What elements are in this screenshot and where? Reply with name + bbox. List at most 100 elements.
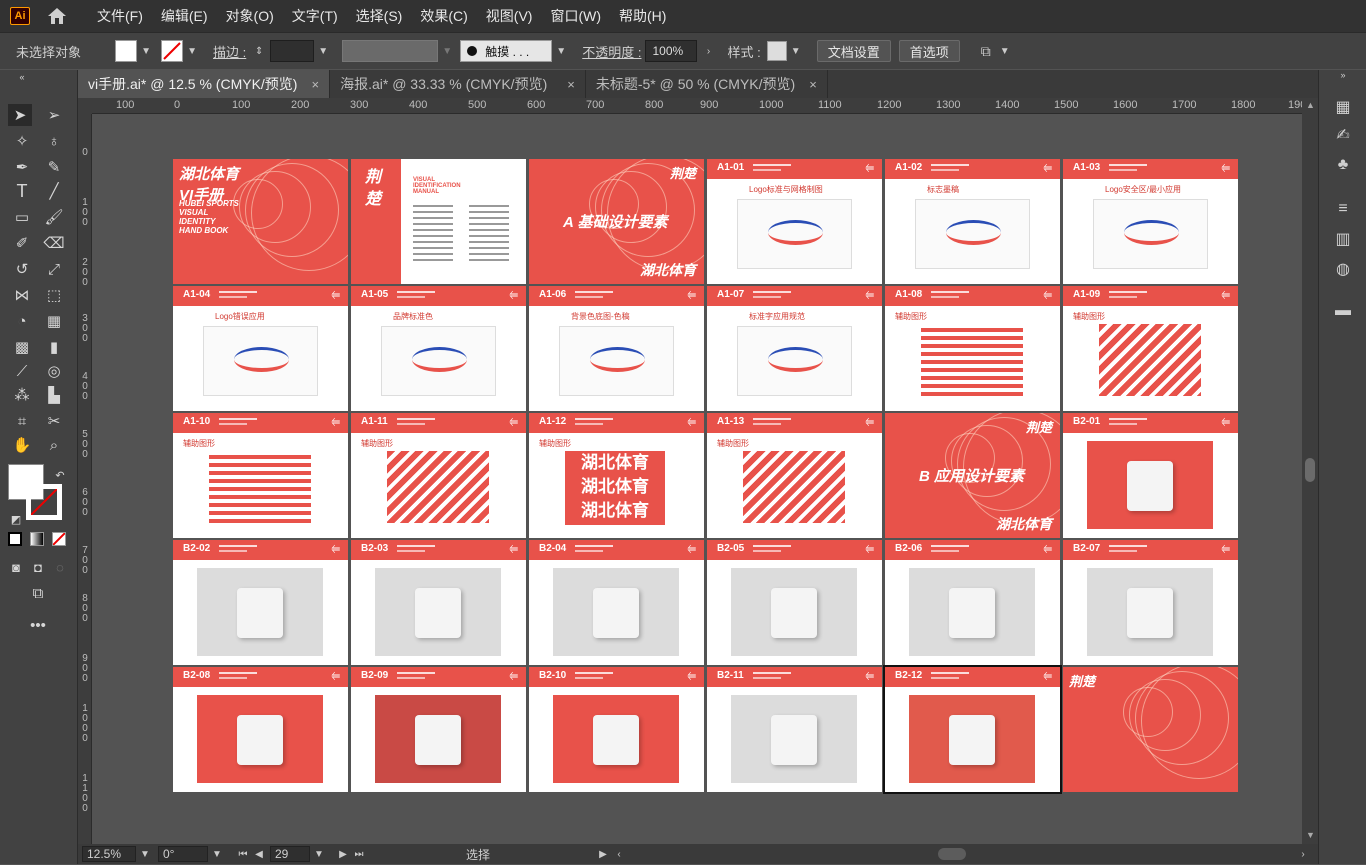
opacity-input[interactable]: 100% [645,40,698,62]
artboard[interactable]: B2-09 ⥢ [351,667,526,792]
direct-selection-tool-icon[interactable]: ➢ [42,104,66,126]
color-mode-icon[interactable] [8,532,22,546]
menu-file[interactable]: 文件(F) [88,0,152,32]
close-icon[interactable]: × [567,77,575,92]
slice-tool-icon[interactable]: ✂ [42,410,66,432]
stroke-weight-input[interactable] [270,40,315,62]
status-menu-icon[interactable]: ▶ [596,843,610,865]
rotate-tool-icon[interactable]: ↺ [10,258,34,280]
stroke-dropdown-icon[interactable]: ▼ [185,40,199,62]
rotate-dropdown-icon[interactable]: ▼ [210,843,224,865]
symbols-icon[interactable]: ♣ [1331,154,1355,176]
menu-help[interactable]: 帮助(H) [610,0,675,32]
perspective-grid-tool-icon[interactable]: ▦ [42,310,66,332]
close-icon[interactable]: × [809,77,817,92]
style-dropdown-icon[interactable]: ▼ [789,40,803,62]
stroke-panel-icon[interactable]: ≡ [1331,198,1355,220]
artboard[interactable]: B2-03 ⥢ [351,540,526,665]
stroke-color-box[interactable] [26,484,62,520]
artboard[interactable]: B2-02 ⥢ [173,540,348,665]
artboard[interactable]: A1-11 ⥢ 辅助图形 [351,413,526,538]
stroke-swatch[interactable] [161,40,184,62]
vertical-scrollbar[interactable]: ▲ ▼ [1302,98,1318,844]
arrange-dropdown-icon[interactable]: ▼ [998,40,1012,62]
magic-wand-tool-icon[interactable]: ✧ [10,130,34,152]
column-graph-tool-icon[interactable]: ▙ [42,384,66,406]
artboard[interactable]: 湖北体育 VI手册 HUBEI SPORTS VISUAL IDENTITY HA… [173,159,348,284]
artboard[interactable]: B 应用设计要素 湖北体育 荆楚 [885,413,1060,538]
artboard[interactable]: A1-01 ⥢ Logo标准与网格制图 [707,159,882,284]
menu-effect[interactable]: 效果(C) [411,0,476,32]
artboard[interactable]: A1-13 ⥢ 辅助图形 [707,413,882,538]
collapse-panel-icon[interactable]: « [10,72,34,82]
artboard[interactable]: B2-07 ⥢ [1063,540,1238,665]
paintbrush-tool-icon[interactable]: 🖌 [42,206,66,228]
menu-type[interactable]: 文字(T) [283,0,347,32]
draw-behind-icon[interactable]: ◘ [26,556,50,578]
eraser-tool-icon[interactable]: ⌫ [42,232,66,254]
artboard[interactable]: B2-10 ⥢ [529,667,704,792]
menu-window[interactable]: 窗口(W) [541,0,610,32]
artboard[interactable]: A1-04 ⥢ Logo错误应用 [173,286,348,411]
profile-dropdown-icon[interactable]: ▼ [440,40,454,62]
artboard[interactable]: B2-05 ⥢ [707,540,882,665]
artboard-dropdown-icon[interactable]: ▼ [312,843,326,865]
menu-view[interactable]: 视图(V) [477,0,542,32]
hscroll-left-icon[interactable]: ‹ [612,843,626,865]
expand-panels-icon[interactable]: » [1331,70,1355,80]
brushes-icon[interactable]: ✍ [1331,124,1355,146]
scroll-down-icon[interactable]: ▼ [1306,830,1315,840]
swap-colors-icon[interactable]: ↶ [48,464,72,486]
artboard[interactable]: A 基础设计要素 湖北体育 荆楚 [529,159,704,284]
artboard[interactable]: B2-12 ⥢ [883,665,1062,794]
symbol-sprayer-tool-icon[interactable]: ⁂ [10,384,34,406]
pen-tool-icon[interactable]: ✒ [10,156,34,178]
rectangle-tool-icon[interactable]: ▭ [10,206,34,228]
document-setup-button[interactable]: 文档设置 [816,40,891,62]
default-colors-icon[interactable]: ◩ [4,508,28,530]
brush-dropdown-icon[interactable]: ▼ [554,40,568,62]
gradient-tool-icon[interactable]: ▮ [42,336,66,358]
scroll-thumb[interactable] [1305,458,1315,482]
zoom-tool-icon[interactable]: ⌕ [42,434,66,456]
horizontal-ruler[interactable]: 100 0 100 200 300 400 500 600 700 800 90… [92,98,1302,114]
draw-normal-icon[interactable]: ◙ [4,556,28,578]
edit-toolbar-icon[interactable]: ••• [26,614,50,636]
artboard[interactable]: A1-12 ⥢ 辅助图形 湖北体育 湖北体育 湖北体育 [529,413,704,538]
free-transform-tool-icon[interactable]: ⬚ [42,284,66,306]
lasso-tool-icon[interactable]: ♁ [42,130,66,152]
comments-icon[interactable]: ▬ [1331,300,1355,322]
menu-select[interactable]: 选择(S) [347,0,412,32]
gradient-mode-icon[interactable] [30,532,44,546]
artboard[interactable]: B2-08 ⥢ [173,667,348,792]
artboard[interactable]: B2-06 ⥢ [885,540,1060,665]
arrange-icon[interactable]: ⧉ [976,40,996,62]
hand-tool-icon[interactable]: ✋ [10,434,34,456]
tab-poster[interactable]: 海报.ai* @ 33.33 % (CMYK/预览) × [330,70,586,98]
zoom-dropdown-icon[interactable]: ▼ [138,843,152,865]
artboard[interactable]: B2-01 ⥢ [1063,413,1238,538]
artboard[interactable]: B2-04 ⥢ [529,540,704,665]
artboard[interactable]: A1-02 ⥢ 标志墨稿 [885,159,1060,284]
artboard[interactable]: A1-06 ⥢ 背景色底图-色稿 [529,286,704,411]
opacity-arrow-icon[interactable]: › [701,40,715,62]
variable-width-profile[interactable] [342,40,439,62]
artboard[interactable]: A1-03 ⥢ Logo安全区/最小应用 [1063,159,1238,284]
libraries-icon[interactable]: ▦ [1331,96,1355,118]
brush-definition[interactable]: 触摸 . . . [460,40,553,62]
zoom-field[interactable]: 12.5% [82,846,136,862]
menu-object[interactable]: 对象(O) [217,0,283,32]
line-tool-icon[interactable]: ╱ [42,180,66,202]
blend-tool-icon[interactable]: ◎ [42,360,66,382]
rotate-field[interactable]: 0° [158,846,208,862]
scale-tool-icon[interactable]: ⤢ [42,258,66,280]
curvature-tool-icon[interactable]: ✎ [42,156,66,178]
gradient-panel-icon[interactable]: ▥ [1331,228,1355,250]
close-icon[interactable]: × [311,77,319,92]
tab-untitled[interactable]: 未标题-5* @ 50 % (CMYK/预览) × [586,70,828,98]
stroke-stepper-icon[interactable]: ⇕ [252,40,266,62]
artboard-tool-icon[interactable]: ⌗ [10,410,34,432]
tab-vi-manual[interactable]: vi手册.ai* @ 12.5 % (CMYK/预览) × [78,70,331,98]
type-tool-icon[interactable]: T [10,180,34,202]
selection-tool-icon[interactable]: ➤ [8,104,32,126]
